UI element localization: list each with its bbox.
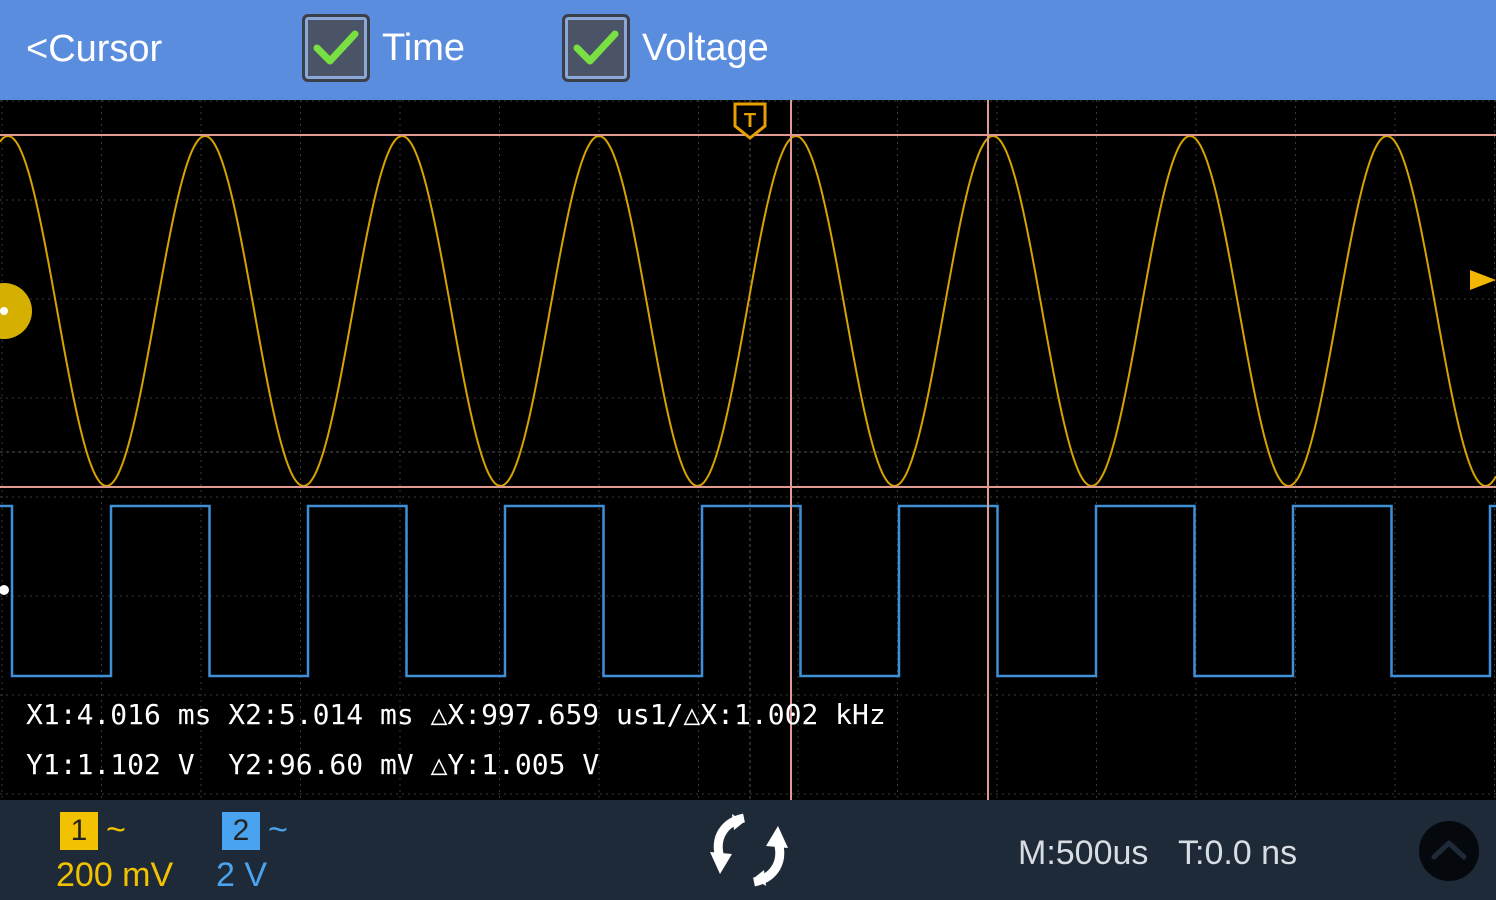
trigger-level-marker[interactable] bbox=[1470, 270, 1496, 290]
checkmark-icon bbox=[313, 30, 359, 65]
channel-2-offset-marker[interactable] bbox=[0, 585, 9, 595]
ac-coupling-icon: ~ bbox=[268, 811, 288, 849]
trigger-position-marker[interactable]: T bbox=[733, 102, 767, 140]
trigger-offset[interactable]: T:0.0 ns bbox=[1178, 834, 1297, 873]
checkmark-icon bbox=[573, 30, 619, 65]
time-cursor-toggle[interactable]: Time bbox=[302, 14, 465, 82]
time-checkbox[interactable] bbox=[302, 14, 370, 82]
chevron-up-icon bbox=[1431, 840, 1467, 860]
channel-1-offset-marker[interactable] bbox=[0, 283, 32, 339]
timebase-main[interactable]: M:500us bbox=[1018, 834, 1148, 873]
channel-1-scale: 200 mV bbox=[56, 856, 174, 894]
bottom-bar: 1 ~ 200 mV 2 ~ 2 V M:500us T:0.0 ns bbox=[0, 800, 1496, 900]
cursor-readout-line-2: Y1:1.102 V Y2:96.60 mV △Y:1.005 V bbox=[26, 748, 600, 781]
top-bar: <Cursor Time Voltage bbox=[0, 0, 1496, 100]
voltage-label: Voltage bbox=[642, 26, 769, 69]
scope-grid: T bbox=[0, 100, 1496, 800]
cursor-readout-line-1: X1:4.016 ms X2:5.014 ms △X:997.659 us1/△… bbox=[26, 698, 886, 731]
channel-2-scale: 2 V bbox=[216, 856, 268, 894]
channel-2-info[interactable]: 2 ~ 2 V bbox=[216, 811, 288, 895]
ac-coupling-icon: ~ bbox=[106, 811, 126, 849]
channel-2-badge: 2 bbox=[222, 812, 260, 850]
refresh-icon[interactable] bbox=[704, 810, 794, 890]
channel-1-waveform bbox=[0, 134, 1496, 488]
svg-text:T: T bbox=[744, 110, 756, 132]
expand-menu-button[interactable] bbox=[1419, 821, 1479, 881]
cursor-back-button[interactable]: <Cursor bbox=[26, 28, 162, 71]
time-label: Time bbox=[382, 26, 466, 69]
channel-1-info[interactable]: 1 ~ 200 mV bbox=[56, 811, 173, 895]
waveform-display[interactable]: T X1:4.016 ms X2:5.014 ms △X:997.659 us1… bbox=[0, 100, 1496, 800]
voltage-checkbox[interactable] bbox=[562, 14, 630, 82]
channel-1-badge: 1 bbox=[60, 812, 98, 850]
voltage-cursor-toggle[interactable]: Voltage bbox=[562, 14, 769, 82]
channel-2-waveform bbox=[0, 504, 1496, 678]
